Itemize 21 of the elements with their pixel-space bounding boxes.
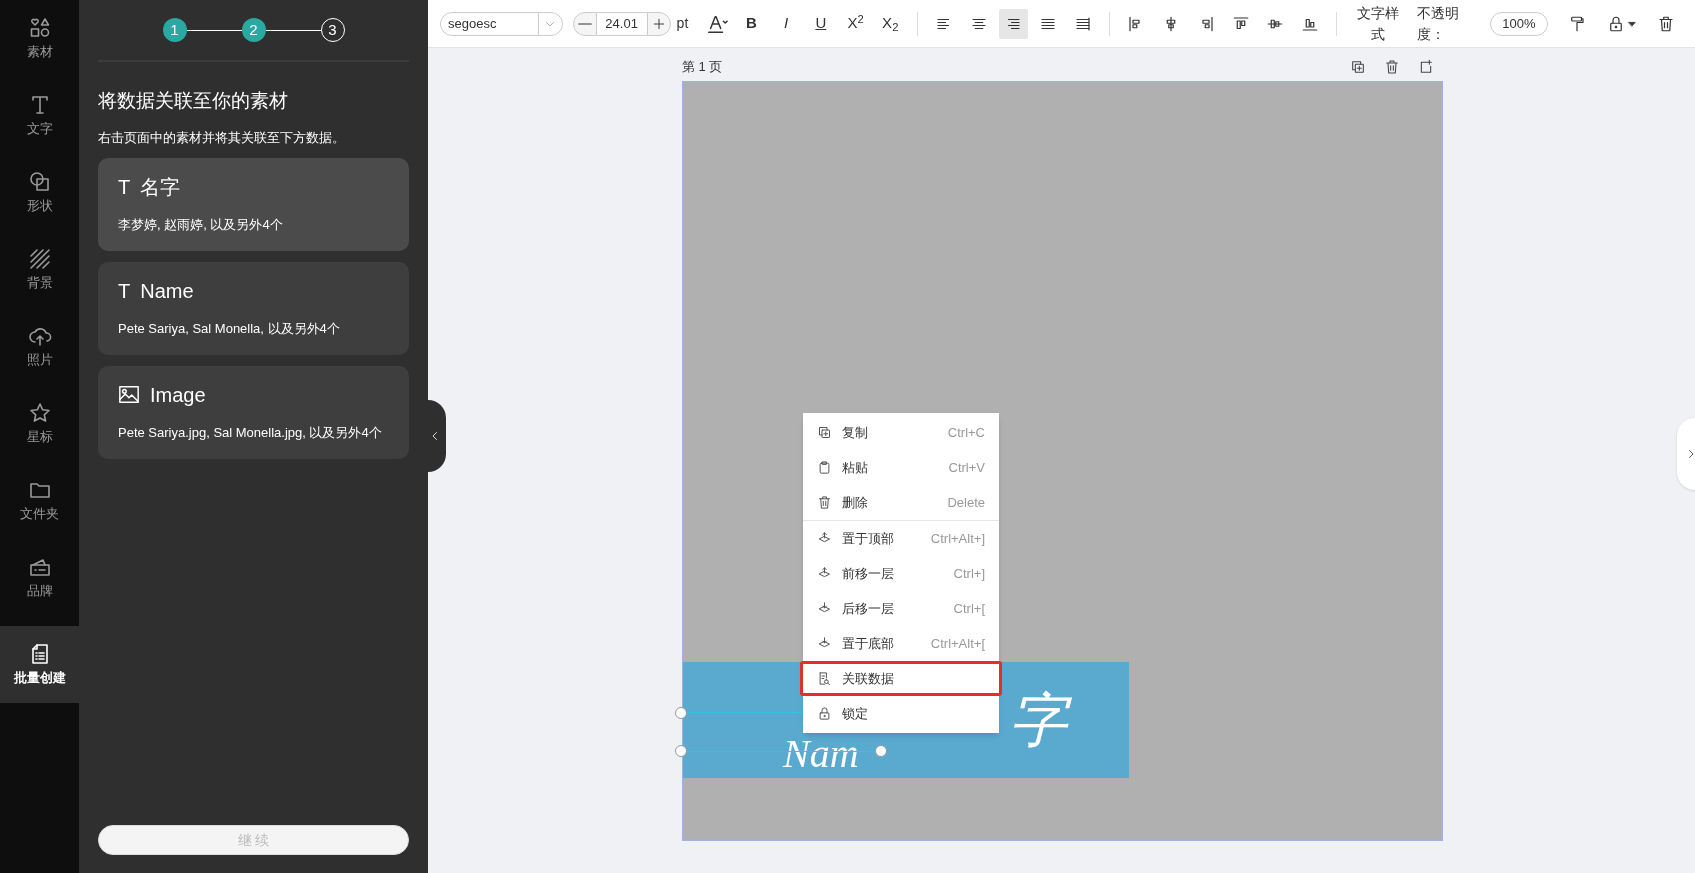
shortcut-label: Ctrl+Alt+[ bbox=[930, 634, 985, 653]
page-label: 第 1 页 bbox=[682, 58, 723, 77]
shortcut-label: Ctrl+V bbox=[948, 458, 985, 477]
field-values: Pete Sariya.jpg, Sal Monella.jpg, 以及另外4个 bbox=[118, 424, 383, 442]
shortcut-label: Delete bbox=[947, 493, 985, 512]
panel-subtitle: 右击页面中的素材并将其关联至下方数据。 bbox=[98, 128, 346, 147]
panel-title: 将数据关联至你的素材 bbox=[98, 89, 289, 113]
shortcut-label: Ctrl+] bbox=[953, 564, 985, 583]
unit-label: pt bbox=[676, 14, 689, 33]
shortcut-label: Ctrl+Alt+] bbox=[930, 529, 985, 548]
field-name: Image bbox=[150, 383, 206, 408]
field-values: Pete Sariya, Sal Monella, 以及另外4个 bbox=[118, 320, 341, 338]
field-name: 名字 bbox=[140, 175, 181, 200]
text-type-icon: T bbox=[118, 276, 131, 306]
shortcut-label: Ctrl+[ bbox=[953, 599, 985, 618]
field-name: Name bbox=[140, 279, 194, 304]
banner-text: 字 bbox=[1009, 682, 1081, 758]
text-type-icon: T bbox=[118, 172, 131, 202]
field-values: 李梦婷, 赵雨婷, 以及另外4个 bbox=[118, 216, 284, 234]
shortcut-label: Ctrl+C bbox=[947, 423, 985, 442]
opacity-label: 不透明度： bbox=[1417, 3, 1460, 44]
